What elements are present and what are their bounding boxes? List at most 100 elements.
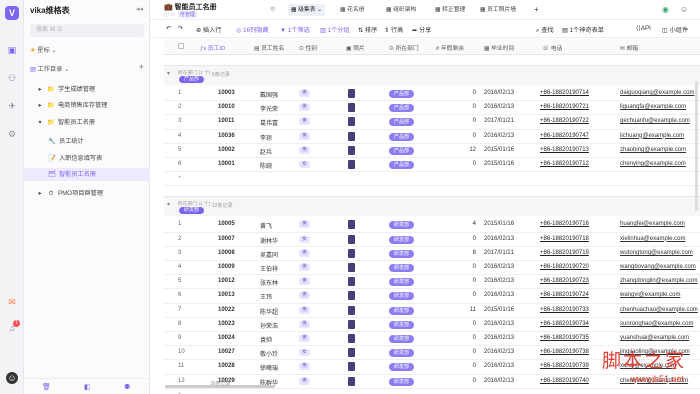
photo-cell[interactable] — [348, 89, 355, 100]
employee-id-cell[interactable]: 10010 — [218, 104, 235, 110]
view-tab[interactable]: ▦ 员工照片墙 — [480, 4, 516, 16]
graduation-date-cell[interactable]: 2016/02/13 — [484, 349, 514, 355]
template-icon[interactable]: ◧ — [84, 383, 91, 391]
phone-cell[interactable]: +86-18820190735 — [540, 335, 589, 341]
photo-cell[interactable] — [348, 248, 355, 260]
leave-cell[interactable]: 0 — [454, 236, 476, 242]
gender-cell[interactable]: 男 — [299, 90, 311, 97]
phone-cell[interactable]: +86-18820190719 — [540, 250, 589, 256]
employee-name-cell[interactable]: 孙荣浩 — [260, 321, 278, 330]
hidden-fields-button[interactable]: ◎ 16列隐藏 — [236, 25, 269, 34]
phone-cell[interactable]: +86-18820190716 — [540, 221, 589, 227]
view-tab[interactable]: ▦ 花名册 — [340, 4, 365, 16]
leave-cell[interactable]: 0 — [454, 104, 476, 110]
phone-cell[interactable]: +86-18820190723 — [540, 278, 589, 284]
tree-item-selected[interactable]: 🗂 智能员工名册 — [24, 168, 150, 181]
photo-cell[interactable] — [348, 305, 355, 317]
settings-icon[interactable]: ⚙ — [6, 128, 18, 140]
email-cell[interactable]: wangvi@example.com — [620, 292, 680, 298]
gender-cell[interactable]: 男 — [299, 104, 311, 112]
search-input[interactable]: 搜索 ⌘ G — [30, 24, 144, 37]
api-button[interactable]: ⟨⟩API — [636, 25, 651, 32]
employee-id-cell[interactable]: 10036 — [218, 133, 235, 139]
employee-id-cell[interactable]: 10011 — [218, 118, 234, 124]
table-row[interactable]: 1 10003 戴国强 男 产品部 0 2016/02/13 +86-18820190714 d… — [164, 87, 700, 102]
employee-name-cell[interactable]: 张东林 — [260, 278, 278, 287]
employee-name-cell[interactable]: 吴嘉同 — [260, 250, 278, 259]
phone-cell[interactable]: +86-18820190722 — [540, 118, 589, 124]
employee-id-cell[interactable]: 10002 — [218, 147, 235, 153]
table-row[interactable]: 7 10022 陈华超 男 研发部 11 2015/01/16 +86-18820190733… — [164, 303, 700, 318]
graduation-date-cell[interactable]: 2016/02/13 — [484, 133, 514, 139]
employee-name-cell[interactable]: 葛伟富 — [260, 118, 278, 127]
group-button[interactable]: ▥ 1个分组 — [320, 25, 350, 34]
column-header[interactable]: ▤ 员工姓名 — [254, 43, 284, 52]
phone-cell[interactable]: +86-18820190712 — [540, 161, 589, 167]
email-cell[interactable]: huangfei@example.com — [620, 221, 685, 227]
photo-cell[interactable] — [348, 319, 355, 331]
gender-cell[interactable]: 男 — [299, 264, 311, 271]
trash-icon[interactable]: 🗑 — [42, 383, 51, 391]
gender-cell[interactable]: 男 — [299, 363, 311, 371]
share-button[interactable]: ➦ 分享 — [412, 25, 431, 34]
leave-cell[interactable]: 0 — [454, 292, 476, 298]
gender-cell[interactable]: 女 — [299, 161, 311, 168]
employee-id-cell[interactable]: 10003 — [218, 90, 235, 96]
photo-cell[interactable] — [348, 291, 355, 302]
email-cell[interactable]: yuanshuai@example.com — [620, 335, 689, 341]
column-header[interactable]: # 年假剩余 — [436, 43, 464, 52]
gender-cell[interactable]: 男 — [299, 306, 311, 314]
graduation-date-cell[interactable]: 2016/02/13 — [484, 104, 514, 110]
column-header[interactable]: ✉ 邮箱 — [620, 43, 638, 52]
graduation-date-cell[interactable]: 2016/02/13 — [484, 292, 514, 298]
graduation-date-cell[interactable]: 2016/02/13 — [484, 90, 514, 96]
column-header[interactable]: ▦ 毕业时间 — [484, 43, 514, 52]
phone-cell[interactable]: +86-18820190734 — [540, 321, 589, 327]
star-icon[interactable]: ☆ — [170, 12, 174, 18]
gender-cell[interactable]: 男 — [299, 249, 311, 257]
photo-cell[interactable] — [348, 334, 355, 345]
employee-id-cell[interactable]: 10028 — [218, 363, 235, 369]
employee-id-cell[interactable]: 10013 — [218, 292, 235, 298]
undo-icon[interactable]: ↶ — [166, 25, 171, 32]
add-view-button[interactable]: + — [534, 4, 539, 16]
space-title[interactable]: vika维格表 — [30, 5, 70, 16]
photo-cell[interactable] — [348, 234, 355, 246]
tree-item[interactable]: ▸ ⏱ PMO项目群管理 — [24, 187, 150, 200]
table-row[interactable]: 2 10007 谢林华 女 研发部 0 2016/02/13 +86-18820190718 x… — [164, 232, 700, 247]
table-row[interactable]: 5 10012 张东林 男 研发部 0 2016/02/13 +86-18820190723 z… — [164, 275, 700, 290]
department-cell[interactable]: 产品部 — [389, 146, 415, 155]
employee-name-cell[interactable]: 李琼 — [260, 133, 272, 142]
graduation-date-cell[interactable]: 2016/02/13 — [484, 264, 514, 270]
department-cell[interactable]: 研发部 — [389, 377, 415, 386]
group-header[interactable]: 所在部门 (1 个) 研发部 12条记录 ▾ — [164, 196, 700, 217]
email-cell[interactable]: wangbovang@example.com — [620, 264, 696, 270]
email-cell[interactable]: chenhuachao@example.com — [620, 307, 698, 313]
graduation-date-cell[interactable]: 2016/02/13 — [484, 363, 514, 369]
contacts-icon[interactable]: ⚇ — [6, 72, 18, 84]
employee-id-cell[interactable]: 10001 — [218, 161, 235, 167]
graduation-date-cell[interactable]: 2015/01/16 — [484, 147, 514, 153]
leave-cell[interactable]: 8 — [454, 250, 476, 256]
photo-cell[interactable] — [348, 362, 355, 373]
leave-cell[interactable]: 0 — [454, 118, 476, 124]
sync-icon[interactable]: ◉ — [662, 5, 669, 14]
photo-cell[interactable] — [348, 145, 355, 157]
employee-name-cell[interactable]: 陈婉 — [260, 161, 272, 170]
phone-cell[interactable]: +86-18820190714 — [540, 90, 589, 96]
find-button[interactable]: ⌕ 查找 — [536, 25, 554, 35]
department-cell[interactable]: 研发部 — [389, 278, 415, 287]
column-header[interactable]: ƒx 员工ID — [200, 43, 225, 52]
graduation-date-cell[interactable]: 2017/01/21 — [484, 250, 514, 256]
collaborator-avatar[interactable]: ☺ — [680, 5, 688, 14]
photo-cell[interactable] — [348, 277, 355, 288]
email-cell[interactable]: wutongtong@example.com — [620, 250, 693, 256]
department-cell[interactable]: 产品部 — [389, 161, 415, 169]
phone-cell[interactable]: +86-18820190720 — [540, 264, 589, 270]
employee-name-cell[interactable]: 李光荣 — [260, 104, 278, 113]
table-row[interactable]: 3 10011 葛伟富 男 产品部 0 2017/01/21 +86-18820190722 g… — [164, 115, 700, 130]
tree-item[interactable]: ▾ 📁 智能员工名册 — [24, 116, 150, 129]
column-header[interactable]: ▣ 照片 — [346, 43, 365, 52]
employee-name-cell[interactable]: 戴国强 — [260, 90, 278, 99]
table-row[interactable]: 1 10005 黄飞 男 研发部 4 2015/01/16 +86-18820190716 hu… — [164, 218, 700, 233]
